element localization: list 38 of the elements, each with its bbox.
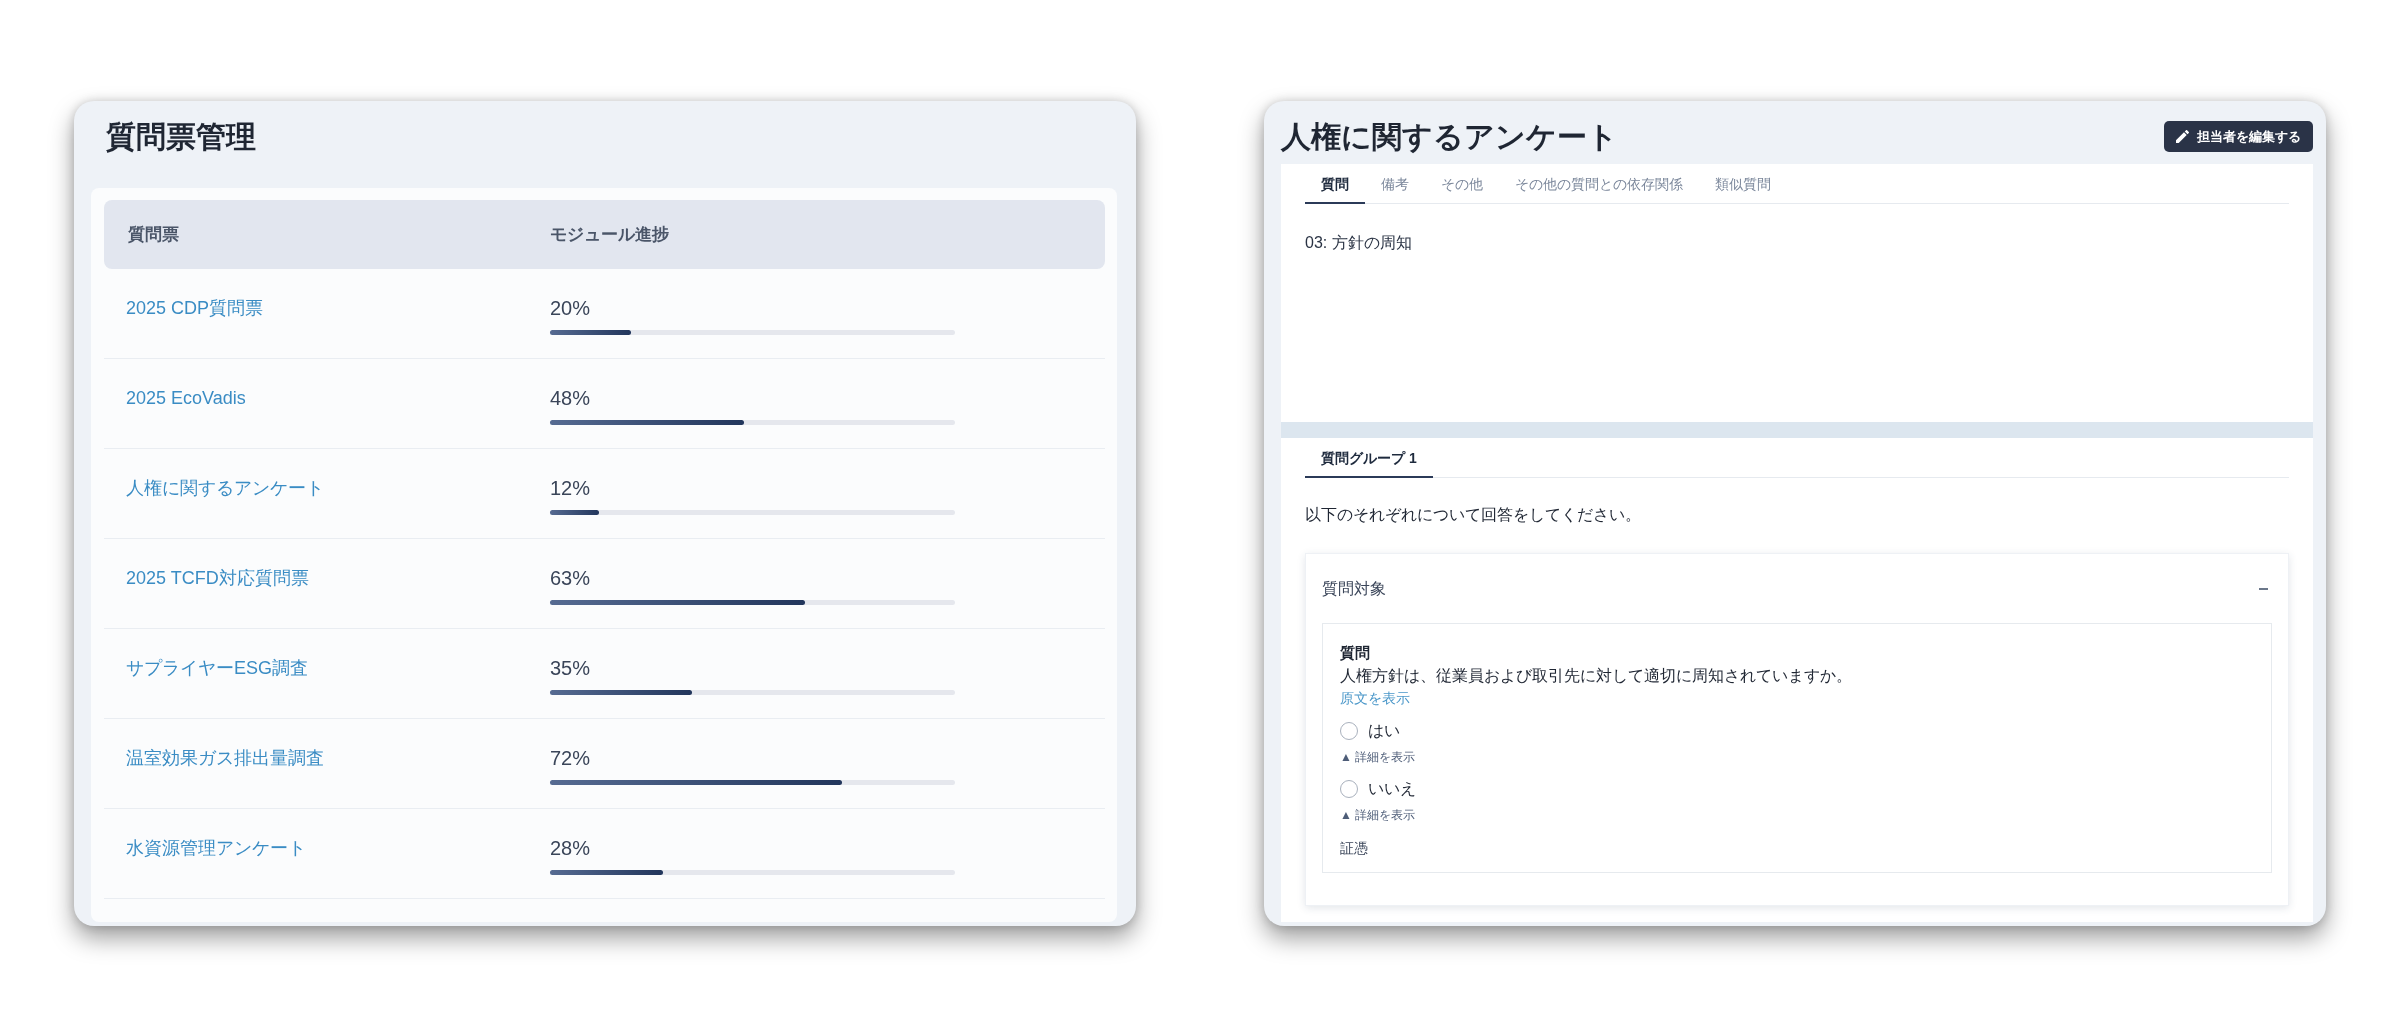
instruction-text: 以下のそれぞれについて回答をしてください。 [1305,505,1641,525]
questionnaire-link[interactable]: 温室効果ガス排出量調査 [126,746,324,770]
pencil-icon [2176,130,2189,143]
show-details-link[interactable]: ▲ 詳細を表示 [1340,748,1416,766]
progress-percent: 12% [550,476,591,500]
accordion-title: 質問対象 [1322,579,1386,599]
page-title: 人権に関するアンケート [1281,119,1618,155]
minus-icon[interactable] [2259,588,2268,590]
evidence-label: 証憑 [1340,839,1368,858]
questionnaire-link[interactable]: 水資源管理アンケート [126,836,306,860]
question-text: 人権方針は、従業員および取引先に対して適切に周知されていますか。 [1340,666,1852,686]
tab[interactable]: その他の質問との依存関係 [1499,164,1699,204]
questionnaire-link[interactable]: サプライヤーESG調査 [126,656,308,680]
questionnaire-link[interactable]: 2025 CDP質問票 [126,296,264,320]
tab[interactable]: その他 [1425,164,1499,204]
questionnaire-link[interactable]: 人権に関するアンケート [126,476,324,500]
progress-percent: 35% [550,656,591,680]
progress-percent: 48% [550,386,591,410]
option-label[interactable]: いいえ [1368,778,1416,800]
group-tab[interactable]: 質問グループ 1 [1305,438,1433,478]
progress-percent: 72% [550,746,591,770]
edit-assignee-button[interactable]: 担当者を編集する [2164,121,2313,152]
tab[interactable]: 類似質問 [1699,164,1787,204]
column-header: 質問票 [128,224,179,246]
option-label[interactable]: はい [1368,720,1400,742]
original-text-link[interactable]: 原文を表示 [1340,688,1410,708]
progress-percent: 28% [550,836,591,860]
question-title: 03: 方針の周知 [1305,233,1412,253]
tab[interactable]: 備考 [1365,164,1425,204]
progress-percent: 20% [550,296,591,320]
question-label: 質問 [1340,643,1370,663]
column-header: モジュール進捗 [550,224,669,246]
questionnaire-link[interactable]: 2025 TCFD対応質問票 [126,566,309,590]
page-title: 質問票管理 [106,119,256,155]
questionnaire-link[interactable]: 2025 EcoVadis [126,386,246,410]
tab[interactable]: 質問 [1305,164,1365,204]
progress-percent: 63% [550,566,591,590]
show-details-link[interactable]: ▲ 詳細を表示 [1340,806,1416,824]
